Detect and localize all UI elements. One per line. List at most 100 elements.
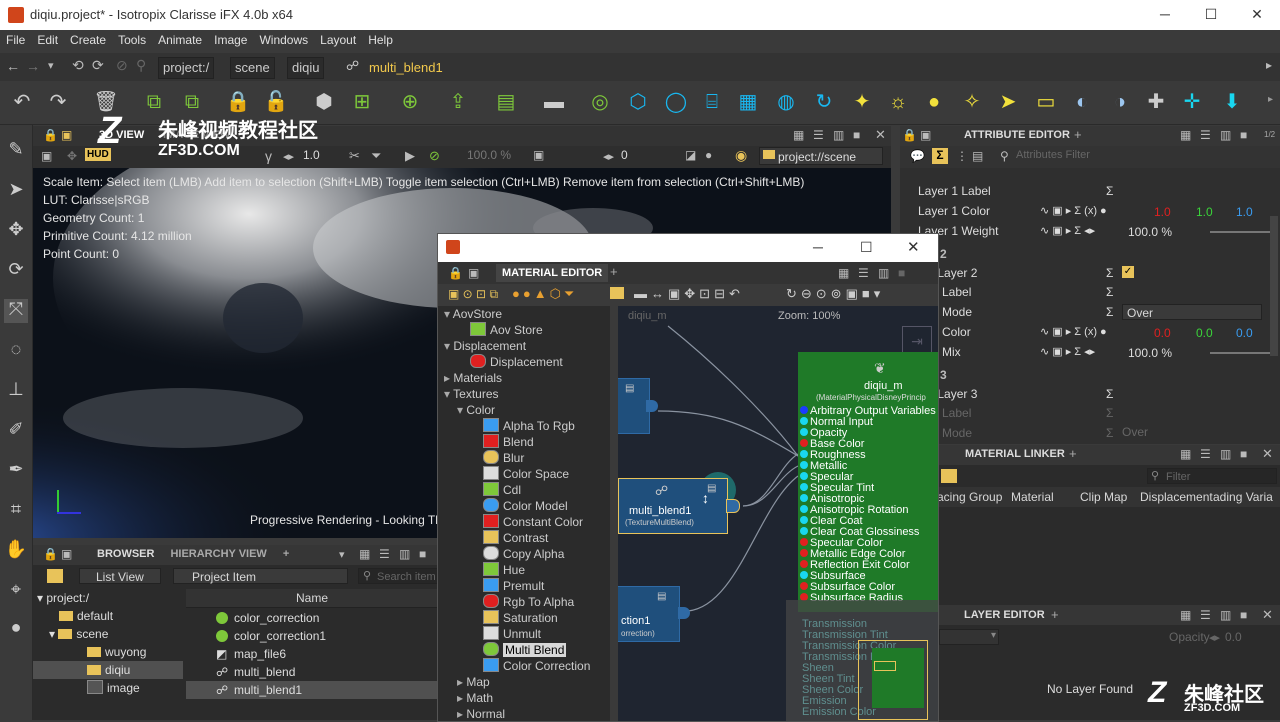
- hand-icon[interactable]: ✋: [4, 539, 28, 563]
- browser-lock-icon[interactable]: 🔒: [43, 547, 58, 561]
- spot-light-icon[interactable]: ✧: [958, 88, 986, 116]
- node-tree-item[interactable]: Color Space: [483, 466, 569, 482]
- me-folder-icon[interactable]: [610, 287, 624, 299]
- attr-single-icon[interactable]: ■: [1240, 128, 1247, 142]
- mix-field[interactable]: 100.0 %: [1128, 346, 1172, 360]
- attr-controls[interactable]: ∿ ▣ ▸ Σ (x) ●: [1040, 204, 1107, 217]
- me-node-type-icons[interactable]: ●●▲⬡⏷: [512, 286, 577, 302]
- enable-layer-2-checkbox[interactable]: ✓: [1122, 266, 1134, 278]
- node-menu-icon[interactable]: ▤: [657, 591, 666, 602]
- linker-cols-icon[interactable]: ▥: [1220, 447, 1231, 461]
- box-icon[interactable]: ⬡: [624, 88, 652, 116]
- node-tree-item[interactable]: Premult: [483, 578, 544, 594]
- undo-icon[interactable]: ↶: [8, 88, 36, 116]
- tree-item[interactable]: default: [59, 607, 113, 625]
- camera-tool-icon[interactable]: ⌖: [4, 579, 28, 603]
- layer-grid-icon[interactable]: ▦: [1180, 608, 1191, 622]
- viewport-lock-icon[interactable]: ▣: [41, 149, 52, 163]
- sigma-icon[interactable]: Σ: [1106, 266, 1113, 280]
- filter-select[interactable]: Project Item: [173, 568, 348, 584]
- menu-create[interactable]: Create: [64, 30, 112, 47]
- move-gizmo-icon[interactable]: ✥: [67, 149, 77, 163]
- menu-animate[interactable]: Animate: [152, 30, 208, 47]
- node-tree-item[interactable]: ▸ Map: [457, 674, 490, 690]
- node-menu-icon[interactable]: ▤: [625, 383, 634, 394]
- panel-lock-icon[interactable]: 🔒: [43, 128, 58, 142]
- attr-controls[interactable]: ∿ ▣ ▸ Σ (x) ●: [1040, 325, 1107, 338]
- list-item[interactable]: ☍ multi_blend: [216, 663, 295, 681]
- crumb-root[interactable]: project:/: [158, 57, 215, 79]
- node-tree-item[interactable]: ▾ Textures: [444, 386, 499, 402]
- sculpt-icon[interactable]: ●: [4, 617, 28, 641]
- stamp-icon[interactable]: ⊥: [4, 379, 28, 403]
- node-tree-item[interactable]: ▸ Materials: [444, 370, 502, 386]
- node-tree-item[interactable]: ▾ Color: [457, 402, 495, 418]
- weight-slider[interactable]: [1210, 231, 1274, 233]
- collapse-icon[interactable]: ▾: [457, 403, 466, 417]
- tree-item-selected[interactable]: diqiu: [33, 661, 183, 679]
- node-diqiu-m[interactable]: ❦ diqiu_m (MaterialPhysicalDisneyPrincip…: [798, 352, 938, 612]
- linker-grid-icon[interactable]: ▦: [1180, 447, 1191, 461]
- color-b-field[interactable]: 0.0: [1236, 326, 1253, 340]
- color-r-field[interactable]: 0.0: [1154, 326, 1171, 340]
- combiner-icon[interactable]: ◎: [586, 88, 614, 116]
- node-tree-item[interactable]: Cdl: [483, 482, 521, 498]
- mode-select[interactable]: Over: [1122, 304, 1262, 320]
- port-dot-icon[interactable]: [800, 527, 808, 535]
- me-minimize-icon[interactable]: ─: [813, 239, 823, 255]
- node-tree-item[interactable]: Hue: [483, 562, 525, 578]
- sigma-icon[interactable]: Σ: [1106, 387, 1113, 401]
- node-tree-item[interactable]: Color Correction: [483, 658, 590, 674]
- me-single-icon[interactable]: ■: [898, 266, 905, 280]
- attr-controls[interactable]: ∿ ▣ ▸ Σ ◂▸: [1040, 224, 1095, 237]
- translate-icon[interactable]: ✥: [4, 219, 28, 243]
- layer-list-icon[interactable]: ☰: [1200, 608, 1211, 622]
- port-dot-icon[interactable]: [800, 582, 808, 590]
- lock-icon[interactable]: 🔒: [224, 88, 252, 116]
- crumb-current[interactable]: multi_blend1: [369, 60, 443, 75]
- node-tree-item[interactable]: ▸ Normal: [457, 706, 505, 721]
- me-grid-icon[interactable]: ▦: [838, 266, 849, 280]
- eye-icon[interactable]: ◉: [735, 147, 747, 164]
- select-icon[interactable]: ➤: [4, 179, 28, 203]
- crumb-scene[interactable]: scene: [230, 57, 275, 79]
- back-icon[interactable]: ←: [6, 58, 20, 74]
- shading-icon[interactable]: ●: [705, 148, 712, 162]
- video-icon[interactable]: ▶: [405, 148, 415, 164]
- menu-image[interactable]: Image: [208, 30, 253, 47]
- scale-icon[interactable]: ⤧: [4, 299, 28, 323]
- linker-col[interactable]: Material: [1011, 487, 1054, 507]
- node-tree-item[interactable]: Color Model: [483, 498, 568, 514]
- linker-list-icon[interactable]: ☰: [1200, 447, 1211, 461]
- sphere-icon[interactable]: ◯: [662, 88, 690, 116]
- node-multi-blend1[interactable]: ☍ ▤ multi_blend1 (TextureMultiBlend): [618, 478, 728, 534]
- me-layout-icons[interactable]: ▬↔▣✥⊡⊟↶: [634, 286, 744, 302]
- linker-title[interactable]: MATERIAL LINKER: [965, 448, 1065, 460]
- attr-tree-icon[interactable]: ⋮: [956, 149, 968, 163]
- layer-cols-icon[interactable]: ▥: [1220, 608, 1231, 622]
- tree-item[interactable]: ▾ scene: [49, 625, 108, 643]
- sync-icon[interactable]: ⟳: [92, 57, 104, 74]
- port-dot-icon[interactable]: [800, 428, 808, 436]
- attr-list-icon[interactable]: ☰: [1200, 128, 1211, 142]
- attr-grid-icon[interactable]: ▦: [1180, 128, 1191, 142]
- port-dot-icon[interactable]: [800, 439, 808, 447]
- me-splitter[interactable]: [610, 306, 618, 721]
- layer-title[interactable]: LAYER EDITOR: [964, 609, 1045, 621]
- browser-menu-icon[interactable]: ▣: [61, 547, 72, 561]
- port-dot-icon[interactable]: [800, 560, 808, 568]
- tab-hierarchy[interactable]: HIERARCHY VIEW: [162, 545, 274, 563]
- attributes-filter-input[interactable]: Attributes Filter: [1016, 149, 1090, 161]
- mode-select[interactable]: Over: [1122, 425, 1148, 439]
- linker-col[interactable]: Clip Map: [1080, 487, 1127, 507]
- node-graph-canvas[interactable]: diqiu_m Zoom: 100% ⇥ ▤ ☍ ▤ multi_blend1 …: [618, 306, 938, 721]
- node-tree-item[interactable]: Alpha To Rgb: [483, 418, 575, 434]
- frame-stepper-icon[interactable]: ◂▸: [603, 150, 614, 163]
- node-tree-item[interactable]: Saturation: [483, 610, 558, 626]
- orbit-icon[interactable]: ◌: [4, 339, 28, 363]
- weight-field[interactable]: 100.0 %: [1128, 225, 1172, 239]
- me-list-icon[interactable]: ☰: [858, 266, 869, 280]
- snapshot-icon[interactable]: ▣: [533, 148, 544, 162]
- scatter-icon[interactable]: ↻: [810, 88, 838, 116]
- linker-menu-icon[interactable]: [941, 469, 957, 483]
